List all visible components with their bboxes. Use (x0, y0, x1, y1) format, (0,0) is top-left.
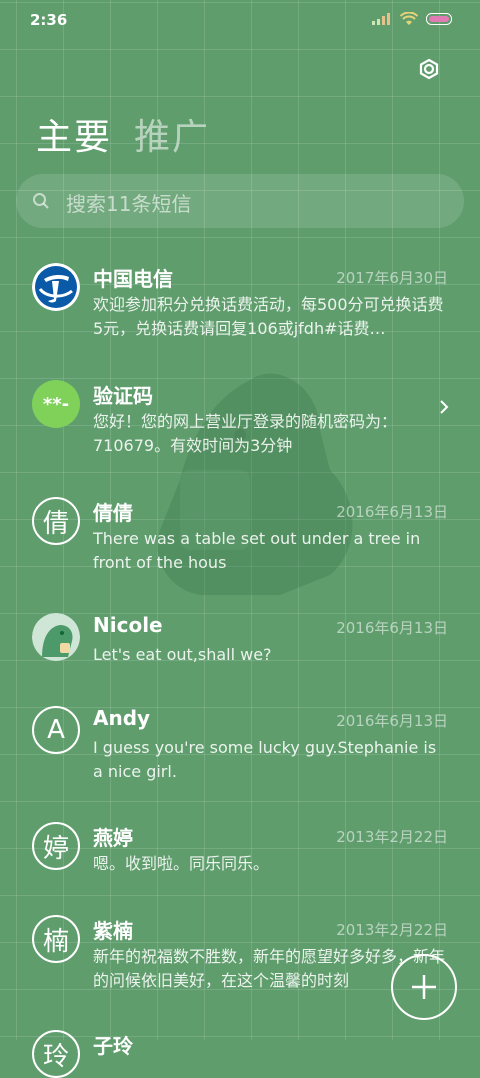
contact-name: 验证码 (93, 384, 153, 408)
message-date: 2013年2月22日 (336, 828, 448, 846)
status-bar: 2:36 (0, 0, 480, 40)
chevron-right-icon[interactable] (438, 398, 450, 416)
dino-photo-avatar (32, 613, 80, 661)
contact-name: 倩倩 (93, 501, 133, 525)
avatar: A (32, 706, 80, 754)
search-icon (33, 193, 49, 209)
contact-name: 中国电信 (93, 267, 173, 291)
dino-wallpaper-illustration (157, 373, 353, 595)
settings-gear-icon[interactable] (416, 56, 442, 82)
search-bar[interactable]: 搜索11条短信 (16, 174, 464, 228)
search-input[interactable]: 搜索11条短信 (66, 188, 191, 217)
avatar: 婷 (32, 822, 80, 870)
avatar: 楠 (32, 915, 80, 963)
tab-primary[interactable]: 主要 (36, 108, 112, 160)
message-date: 2016年6月13日 (336, 712, 448, 730)
tab-bar: 主要 推广 (36, 108, 210, 160)
wifi-icon (400, 12, 418, 25)
message-preview: 欢迎参加积分兑换话费活动，每500分可兑换话费5元，兑换话费请回复106或jfd… (93, 295, 444, 338)
message-date: 2016年6月13日 (336, 503, 448, 521)
telecom-logo-avatar (32, 263, 80, 311)
battery-icon (426, 13, 452, 25)
message-date: 2017年6月30日 (336, 269, 448, 287)
contact-name: 子玲 (93, 1034, 133, 1058)
message-preview: I guess you're some lucky guy.Stephanie … (93, 738, 437, 781)
message-preview: 嗯。收到啦。同乐同乐。 (93, 854, 270, 873)
signal-icon (372, 13, 390, 25)
contact-name: 紫楠 (93, 919, 133, 943)
compose-button[interactable] (391, 954, 457, 1020)
avatar: 倩 (32, 497, 80, 545)
tab-promotions[interactable]: 推广 (134, 108, 210, 160)
contact-name: Nicole (93, 613, 163, 637)
status-time: 2:36 (30, 11, 68, 29)
avatar: 玲 (32, 1030, 80, 1078)
contact-name: 燕婷 (93, 826, 133, 850)
message-date: 2016年6月13日 (336, 619, 448, 637)
avatar: **- (32, 380, 80, 428)
message-preview: Let's eat out,shall we? (93, 645, 272, 664)
message-date: 2013年2月22日 (336, 921, 448, 939)
message-preview: There was a table set out under a tree i… (93, 529, 421, 572)
contact-name: Andy (93, 706, 151, 730)
message-preview: 您好！您的网上营业厅登录的随机密码为：710679。有效时间为3分钟 (93, 412, 398, 455)
plus-icon (412, 975, 436, 999)
